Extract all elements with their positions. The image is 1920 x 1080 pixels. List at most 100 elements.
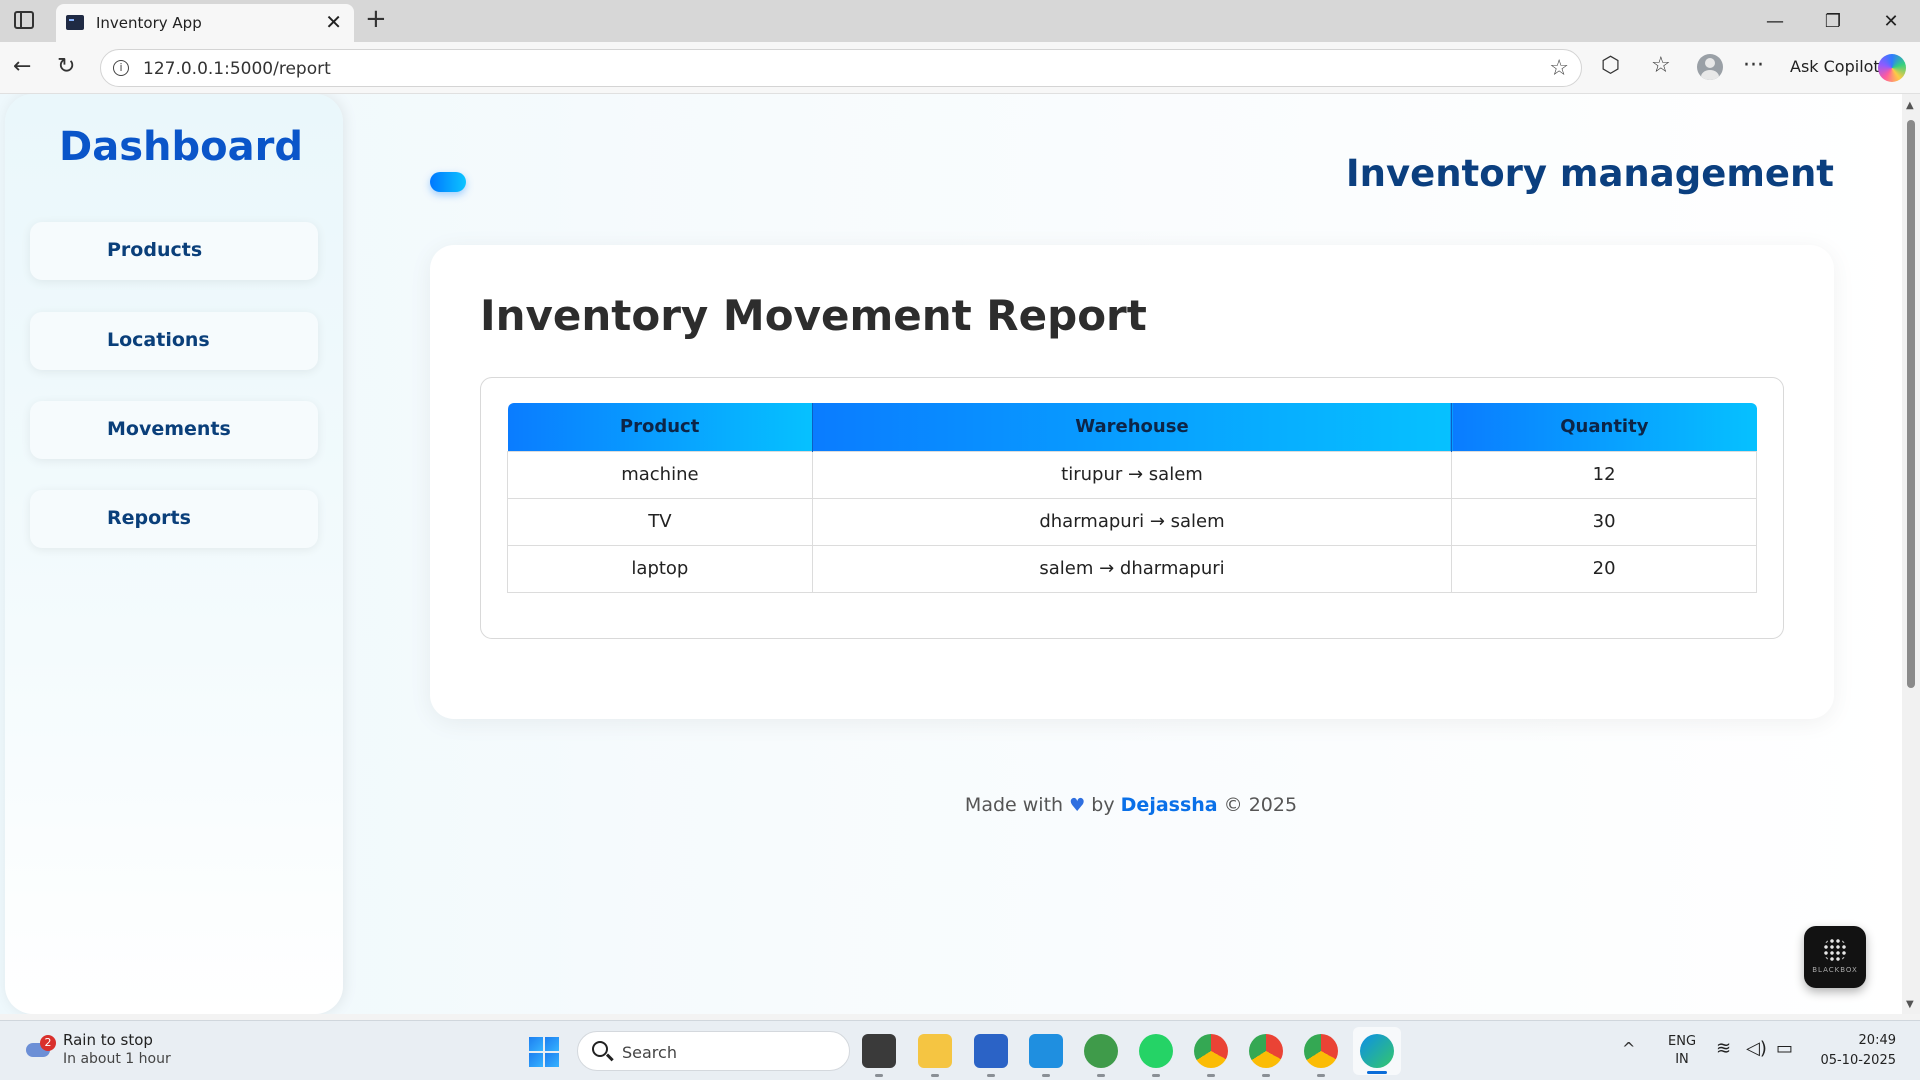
cell-warehouse: tirupur → salem: [811, 450, 1453, 499]
sidebar-item-locations[interactable]: Locations: [30, 312, 318, 370]
cell-quantity: 20: [1451, 544, 1757, 593]
window-controls: — ❐ ✕: [1746, 0, 1920, 42]
sidebar: Dashboard Products Locations Movements R…: [5, 94, 343, 1014]
blackbox-logo-icon: [1823, 938, 1847, 962]
report-table: Product Warehouse Quantity machine tirup…: [507, 403, 1757, 593]
blackbox-widget-button[interactable]: BLACKBOX: [1804, 926, 1866, 988]
cell-quantity: 30: [1451, 497, 1757, 546]
table-row: machine tirupur → salem 12: [507, 450, 1757, 499]
close-window-icon[interactable]: ✕: [1862, 0, 1920, 42]
table-row: laptop salem → dharmapuri 20: [507, 544, 1757, 593]
sidebar-title: Dashboard: [59, 124, 303, 170]
site-info-icon[interactable]: i: [113, 60, 129, 76]
browser-tab[interactable]: Inventory App ✕: [56, 4, 354, 42]
sidebar-item-label: Reports: [107, 507, 191, 529]
whatsapp-icon[interactable]: [1139, 1034, 1173, 1077]
taskbar-search-input[interactable]: Search: [577, 1031, 850, 1071]
edge-taskbar-button[interactable]: [1353, 1027, 1401, 1075]
chrome-profile-icon[interactable]: [1304, 1034, 1338, 1077]
sidebar-item-movements[interactable]: Movements: [30, 401, 318, 459]
report-title: Inventory Movement Report: [480, 291, 1147, 340]
cell-product: laptop: [507, 544, 813, 593]
sidebar-item-label: Products: [107, 239, 203, 261]
column-header-quantity: Quantity: [1451, 403, 1757, 451]
file-explorer-icon[interactable]: [918, 1034, 952, 1077]
restore-icon[interactable]: ❐: [1804, 0, 1862, 42]
app-favicon-icon: [66, 15, 84, 30]
footer: Made with ♥ by Dejassha © 2025: [0, 794, 1920, 816]
weather-badge: 2: [40, 1035, 56, 1051]
scroll-up-icon[interactable]: ▲: [1906, 100, 1914, 111]
clock-date: 05-10-2025: [1820, 1053, 1896, 1068]
close-tab-icon[interactable]: ✕: [325, 10, 342, 34]
sidebar-item-label: Locations: [107, 329, 210, 351]
chrome-profile-icon[interactable]: [1249, 1034, 1283, 1077]
url-input[interactable]: i 127.0.0.1:5000/report ☆: [100, 49, 1582, 87]
footer-by: by: [1091, 794, 1115, 816]
copilot-icon[interactable]: [1878, 54, 1906, 82]
wifi-icon[interactable]: ≋: [1716, 1038, 1731, 1059]
page-title: Inventory management: [1345, 152, 1834, 195]
task-view-icon[interactable]: [862, 1034, 896, 1077]
language-indicator[interactable]: ENG IN: [1668, 1033, 1696, 1069]
more-menu-icon[interactable]: ···: [1743, 53, 1764, 78]
chrome-icon[interactable]: [1194, 1034, 1228, 1077]
minimize-icon[interactable]: —: [1746, 0, 1804, 42]
cell-quantity: 12: [1451, 450, 1757, 499]
url-text: 127.0.0.1:5000/report: [143, 59, 331, 79]
scroll-down-icon[interactable]: ▼: [1906, 999, 1914, 1010]
footer-copyright: © 2025: [1223, 794, 1298, 816]
search-icon: [592, 1041, 608, 1057]
sidebar-item-products[interactable]: Products: [30, 222, 318, 280]
clock-time: 20:49: [1858, 1033, 1896, 1048]
heart-icon: ♥: [1069, 795, 1086, 816]
cell-warehouse: salem → dharmapuri: [811, 544, 1453, 593]
start-windows-icon[interactable]: [529, 1037, 559, 1067]
cell-warehouse: dharmapuri → salem: [811, 497, 1453, 546]
browser-tab-bar: Inventory App ✕ + — ❐ ✕: [0, 0, 1920, 42]
scroll-thumb[interactable]: [1907, 120, 1915, 688]
show-hidden-icons-icon[interactable]: ^: [1622, 1039, 1635, 1058]
theme-toggle[interactable]: [430, 172, 466, 192]
column-header-warehouse: Warehouse: [812, 403, 1453, 451]
extensions-icon[interactable]: ⬡: [1601, 53, 1620, 78]
table-row: TV dharmapuri → salem 30: [507, 497, 1757, 546]
tab-title: Inventory App: [96, 14, 202, 32]
edge-icon: [1360, 1034, 1394, 1068]
weather-subtitle[interactable]: In about 1 hour: [63, 1051, 171, 1067]
blackbox-logo-label: BLACKBOX: [1812, 966, 1858, 974]
weather-icon[interactable]: 2: [22, 1035, 56, 1063]
cell-product: machine: [507, 450, 813, 499]
word-icon[interactable]: [974, 1034, 1008, 1077]
windows-taskbar: 2 Rain to stop In about 1 hour Search ^ …: [0, 1020, 1920, 1080]
favorite-star-icon[interactable]: ☆: [1549, 56, 1569, 81]
language-label: ENG: [1668, 1034, 1697, 1049]
tab-actions-icon[interactable]: [14, 11, 34, 29]
vscode-icon[interactable]: [1029, 1034, 1063, 1077]
column-header-product: Product: [507, 403, 813, 451]
table-header-row: Product Warehouse Quantity: [507, 403, 1757, 451]
region-label: IN: [1675, 1052, 1689, 1067]
page-scrollbar[interactable]: ▲ ▼: [1902, 94, 1920, 1014]
page-viewport: Dashboard Products Locations Movements R…: [0, 94, 1920, 1014]
profile-avatar[interactable]: [1697, 54, 1723, 80]
clock[interactable]: 20:49 05-10-2025: [1820, 1031, 1896, 1071]
favorites-icon[interactable]: ☆: [1651, 53, 1671, 78]
reload-icon[interactable]: ↻: [57, 54, 75, 79]
battery-icon[interactable]: ▭: [1776, 1038, 1793, 1059]
volume-icon[interactable]: ◁): [1746, 1038, 1767, 1059]
new-tab-icon[interactable]: +: [365, 4, 387, 34]
author-link[interactable]: Dejassha: [1121, 794, 1218, 816]
search-placeholder: Search: [622, 1043, 677, 1062]
copilot-label[interactable]: Ask Copilot: [1790, 57, 1880, 76]
sidebar-item-reports[interactable]: Reports: [30, 490, 318, 548]
mongodb-icon[interactable]: [1084, 1034, 1118, 1077]
table-container: Product Warehouse Quantity machine tirup…: [480, 377, 1784, 639]
sidebar-item-label: Movements: [107, 418, 231, 440]
address-bar-row: ← ↻ i 127.0.0.1:5000/report ☆ ⬡ ☆ ··· As…: [0, 42, 1920, 94]
report-card: Inventory Movement Report Product Wareho…: [430, 245, 1834, 719]
footer-prefix: Made with: [964, 794, 1064, 816]
back-icon[interactable]: ←: [13, 54, 31, 79]
cell-product: TV: [507, 497, 813, 546]
weather-title[interactable]: Rain to stop: [63, 1031, 153, 1049]
